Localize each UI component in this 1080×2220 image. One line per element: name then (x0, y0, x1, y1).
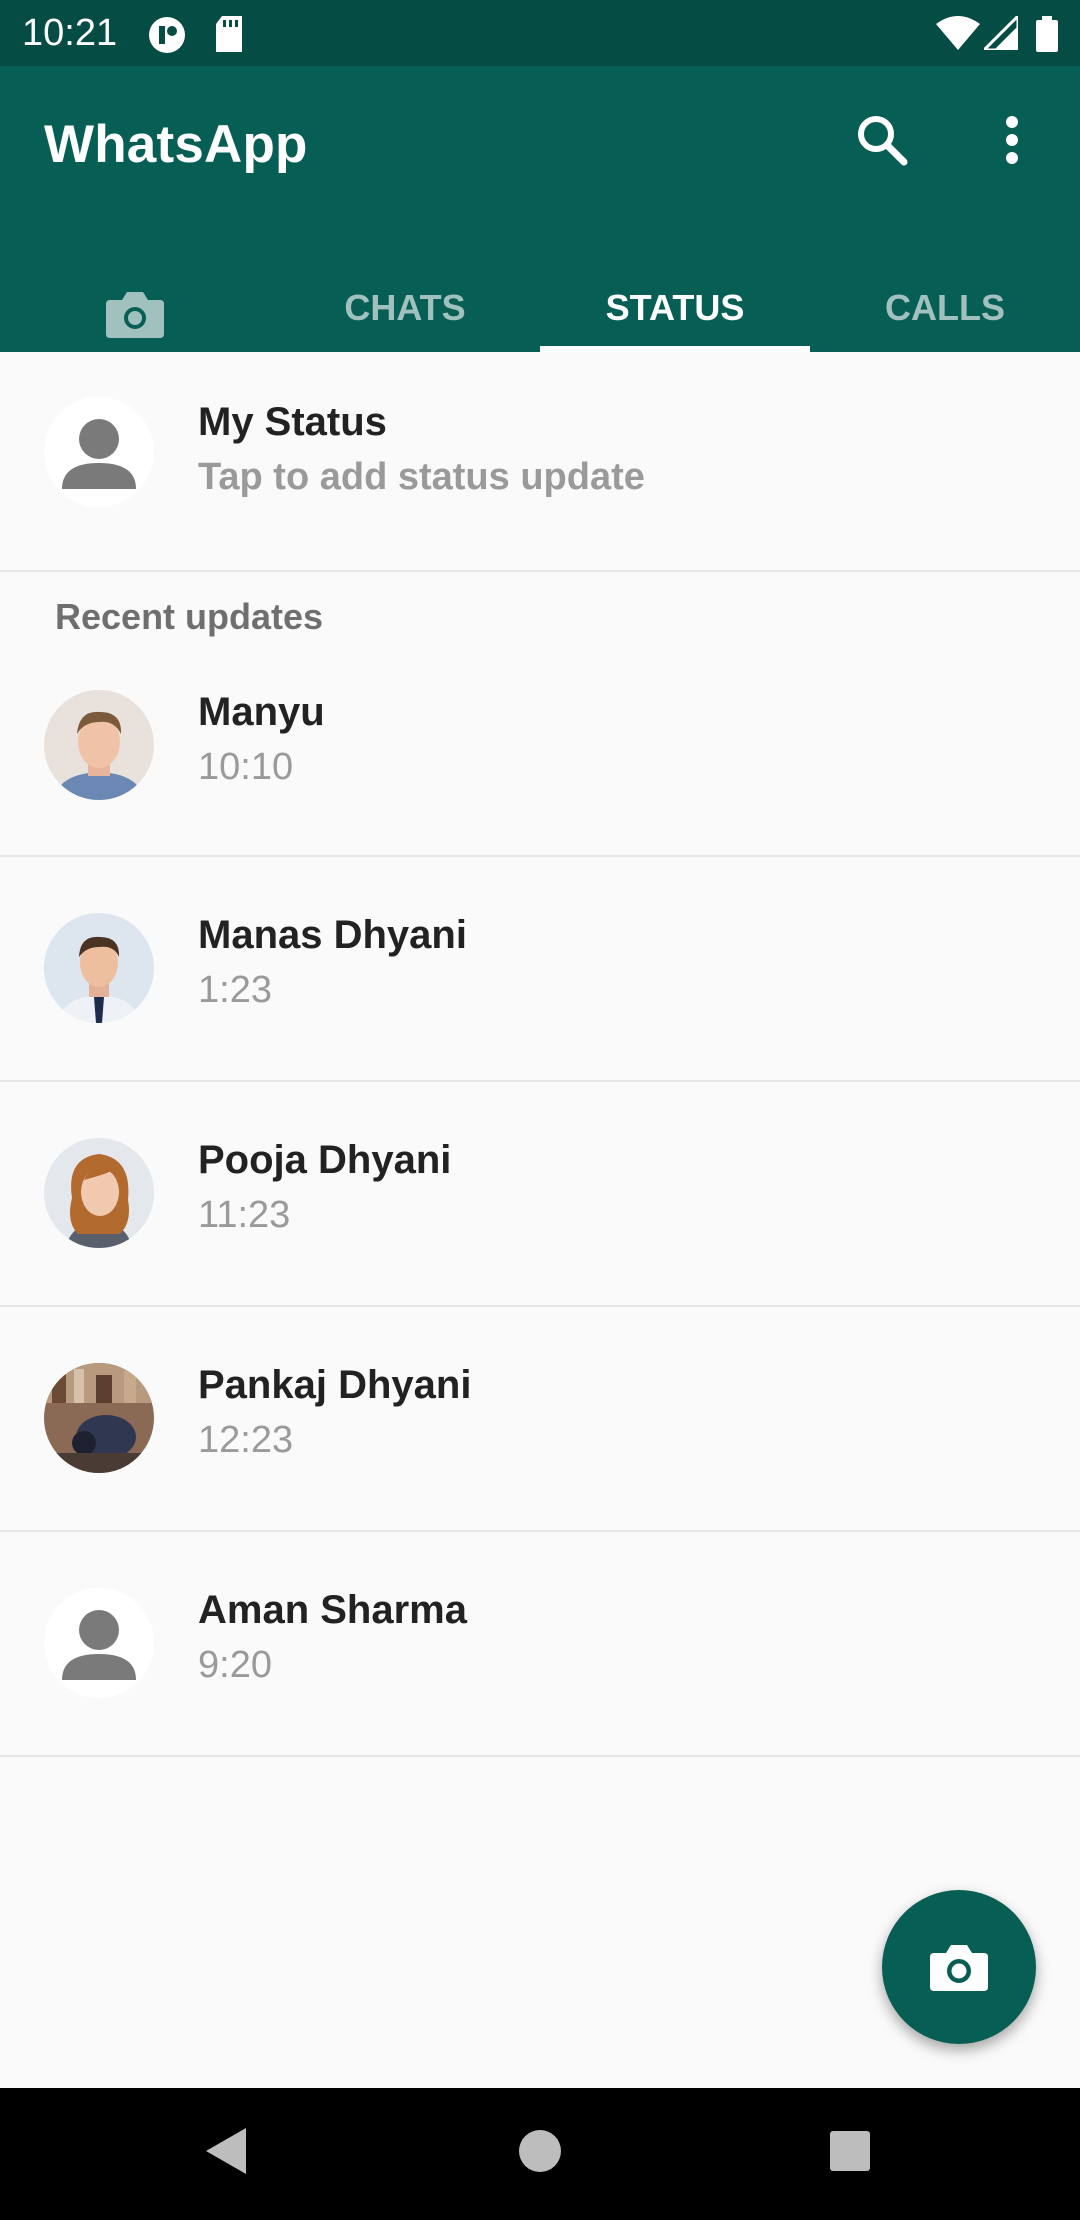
status-row[interactable]: Manyu 10:10 (0, 632, 1080, 857)
sd-card-icon (216, 16, 242, 52)
my-status-row[interactable]: My Status Tap to add status update (0, 352, 1080, 572)
contact-name: Manas Dhyani (198, 913, 467, 957)
cell-signal-icon (984, 16, 1018, 50)
more-options-button[interactable] (984, 110, 1044, 170)
status-time: 12:23 (198, 1419, 294, 1461)
tab-bar: CHATS STATUS CALLS (0, 278, 1080, 352)
contact-name: Pankaj Dhyani (198, 1363, 472, 1407)
wifi-icon (936, 16, 980, 50)
camera-icon (106, 292, 164, 338)
my-status-title: My Status (198, 400, 387, 444)
status-bar: 10:21 (0, 0, 1080, 66)
tab-status[interactable]: STATUS (540, 278, 810, 352)
search-icon (858, 116, 908, 166)
status-time: 10:10 (198, 746, 294, 788)
home-icon[interactable] (518, 2126, 562, 2176)
contact-photo (44, 1138, 154, 1248)
avatar (44, 1363, 154, 1473)
my-status-subtitle: Tap to add status update (198, 456, 645, 498)
contact-photo (44, 690, 154, 800)
default-avatar-icon (62, 1610, 136, 1680)
recents-icon[interactable] (828, 2126, 872, 2176)
status-row[interactable]: Pankaj Dhyani 12:23 (0, 1307, 1080, 1532)
avatar (44, 397, 154, 507)
status-row[interactable]: Pooja Dhyani 11:23 (0, 1082, 1080, 1307)
contact-photo (44, 913, 154, 1023)
app-bar: WhatsApp CHATS STATUS CALLS (0, 66, 1080, 352)
tab-chats[interactable]: CHATS (270, 278, 540, 352)
status-time: 10:21 (22, 12, 118, 54)
camera-fab-button[interactable] (882, 1890, 1036, 2044)
status-list: My Status Tap to add status update Recen… (0, 352, 1080, 2088)
avatar (44, 1138, 154, 1248)
contact-name: Aman Sharma (198, 1588, 467, 1632)
tab-calls[interactable]: CALLS (810, 278, 1080, 352)
tab-camera[interactable] (0, 278, 270, 352)
app-notification-icon (149, 17, 185, 53)
contact-name: Pooja Dhyani (198, 1138, 452, 1182)
camera-icon (930, 1945, 988, 1991)
back-icon[interactable] (204, 2126, 248, 2176)
contact-photo (44, 1363, 154, 1473)
status-row[interactable]: Manas Dhyani 1:23 (0, 857, 1080, 1082)
more-vert-icon (1006, 116, 1018, 164)
avatar (44, 1588, 154, 1698)
system-nav-bar (0, 2088, 1080, 2220)
avatar (44, 690, 154, 800)
contact-name: Manyu (198, 690, 325, 734)
status-time: 9:20 (198, 1644, 272, 1686)
status-time: 11:23 (198, 1194, 291, 1236)
avatar (44, 913, 154, 1023)
app-title: WhatsApp (44, 115, 308, 174)
status-time: 1:23 (198, 969, 272, 1011)
status-row[interactable]: Aman Sharma 9:20 (0, 1532, 1080, 1757)
battery-icon (1036, 16, 1058, 52)
search-button[interactable] (852, 110, 912, 170)
default-avatar-icon (62, 419, 136, 489)
